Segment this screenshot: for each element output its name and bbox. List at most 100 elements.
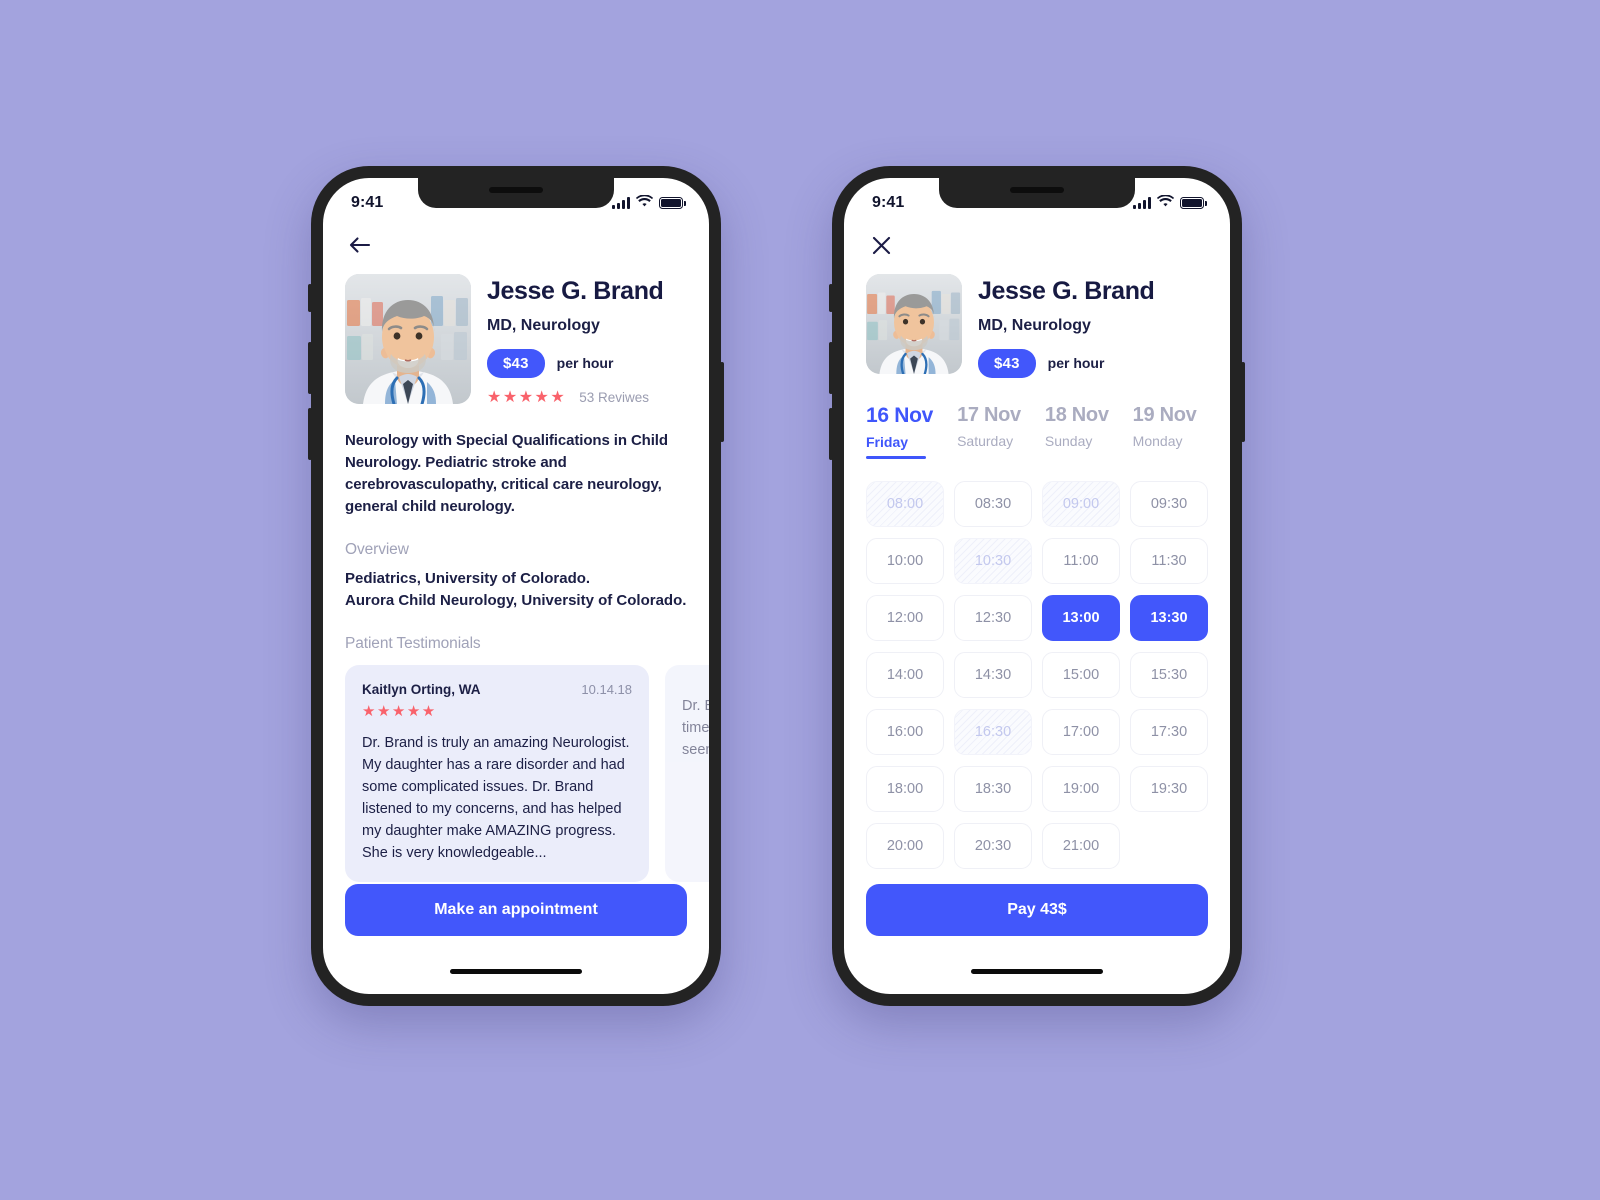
overview-line: Pediatrics, University of Colorado. xyxy=(345,570,591,588)
status-time: 9:41 xyxy=(872,194,905,211)
silent-switch[interactable] xyxy=(308,284,312,312)
time-slot-1630: 16:30 xyxy=(954,708,1032,755)
pay-button[interactable]: Pay 43$ xyxy=(866,884,1208,936)
date-number: 19 Nov xyxy=(1132,403,1197,426)
testimonial-card[interactable]: Dr. Brand is very attentive and takes th… xyxy=(665,664,709,882)
date-weekday: Friday xyxy=(866,433,909,450)
time-slot-1400[interactable]: 14:00 xyxy=(866,651,944,698)
time-slot-1300[interactable]: 13:00 xyxy=(1042,594,1120,641)
price-row: $43 per hour xyxy=(487,348,687,378)
time-slot-1830[interactable]: 18:30 xyxy=(954,765,1032,812)
doctor-name: Jesse G. Brand xyxy=(978,277,1155,305)
date-weekday: Saturday xyxy=(957,432,1014,449)
doctor-specialty: MD, Neurology xyxy=(978,316,1091,334)
time-slot-1230[interactable]: 12:30 xyxy=(954,594,1032,641)
time-slot-1800[interactable]: 18:00 xyxy=(866,765,944,812)
booking-content: Jesse G. Brand MD, Neurology $43 per hou… xyxy=(844,222,1230,994)
volume-up-button[interactable] xyxy=(829,342,833,394)
time-slot-1330[interactable]: 13:30 xyxy=(1130,594,1208,641)
notch xyxy=(418,178,614,208)
date-tab-sunday[interactable]: 18 Nov Sunday xyxy=(1045,404,1109,459)
time-slot-1930[interactable]: 19:30 xyxy=(1130,765,1208,812)
silent-switch[interactable] xyxy=(829,284,833,312)
phone-mockup-booking: 9:41 Jesse G. Brand MD, Neurology $43 pe… xyxy=(829,166,1245,1006)
home-indicator[interactable] xyxy=(450,969,582,974)
doctor-header: Jesse G. Brand MD, Neurology $43 per hou… xyxy=(345,274,687,406)
date-tab-monday[interactable]: 19 Nov Monday xyxy=(1133,404,1197,459)
earpiece-speaker xyxy=(1010,187,1064,193)
testimonial-body: Dr. Brand is truly an amazing Neurologis… xyxy=(362,734,630,861)
time-slot-1200[interactable]: 12:00 xyxy=(866,594,944,641)
date-tab-list[interactable]: 16 Nov Friday 17 Nov Saturday 18 Nov Sunday 19… xyxy=(866,404,1208,459)
date-weekday: Sunday xyxy=(1044,432,1093,449)
testimonials-carousel[interactable]: Kaitlyn Orting, WA 10.14.18 ★★★★★ Dr. Br… xyxy=(345,664,709,882)
doctor-name: Jesse G. Brand xyxy=(487,277,664,305)
close-icon xyxy=(872,236,890,254)
back-arrow-icon xyxy=(349,237,371,253)
overview-list: Pediatrics, University of Colorado. Auro… xyxy=(345,568,687,612)
date-number: 16 Nov xyxy=(866,403,934,427)
signal-icon xyxy=(1133,197,1151,209)
time-slot-0900: 09:00 xyxy=(1042,480,1120,527)
date-weekday: Monday xyxy=(1132,432,1183,449)
wifi-icon xyxy=(1157,194,1174,212)
home-indicator[interactable] xyxy=(971,969,1103,974)
time-slot-1130[interactable]: 11:30 xyxy=(1130,537,1208,584)
rating-row: ★★★★★ 53 Reviwes xyxy=(487,388,687,406)
price-row: $43 per hour xyxy=(978,348,1208,378)
phone-mockup-profile: 9:41 Jesse G. Brand MD, Neurology $43 pe… xyxy=(308,166,724,1006)
power-button[interactable] xyxy=(720,362,724,442)
date-number: 17 Nov xyxy=(957,403,1021,426)
time-slot-1600[interactable]: 16:00 xyxy=(866,708,944,755)
volume-up-button[interactable] xyxy=(308,342,312,394)
time-slot-1530[interactable]: 15:30 xyxy=(1130,651,1208,698)
volume-down-button[interactable] xyxy=(308,408,312,460)
time-slot-1500[interactable]: 15:00 xyxy=(1042,651,1120,698)
time-slot-1100[interactable]: 11:00 xyxy=(1042,537,1120,584)
time-slot-0800: 08:00 xyxy=(866,480,944,527)
date-tab-friday[interactable]: 16 Nov Friday xyxy=(866,404,933,459)
time-slot-2100[interactable]: 21:00 xyxy=(1042,822,1120,869)
overview-heading: Overview xyxy=(345,541,409,559)
price-unit: per hour xyxy=(556,355,614,371)
time-slot-0930[interactable]: 09:30 xyxy=(1130,480,1208,527)
testimonial-date: 10.14.18 xyxy=(581,681,632,697)
time-slot-2030[interactable]: 20:30 xyxy=(954,822,1032,869)
volume-down-button[interactable] xyxy=(829,408,833,460)
wifi-icon xyxy=(636,194,653,212)
battery-icon xyxy=(1180,197,1207,209)
close-button[interactable] xyxy=(866,230,896,260)
doctor-specialty: MD, Neurology xyxy=(487,316,600,334)
date-number: 18 Nov xyxy=(1044,403,1109,426)
back-button[interactable] xyxy=(345,230,375,260)
earpiece-speaker xyxy=(489,187,543,193)
time-slot-1000[interactable]: 10:00 xyxy=(866,537,944,584)
notch xyxy=(939,178,1135,208)
status-icons xyxy=(1133,194,1207,212)
power-button[interactable] xyxy=(1241,362,1245,442)
testimonial-card[interactable]: Kaitlyn Orting, WA 10.14.18 ★★★★★ Dr. Br… xyxy=(345,664,649,882)
screen-doctor-profile: 9:41 Jesse G. Brand MD, Neurology $43 pe… xyxy=(323,178,709,994)
time-slot-0830[interactable]: 08:30 xyxy=(954,480,1032,527)
time-slot-1730[interactable]: 17:30 xyxy=(1130,708,1208,755)
battery-icon xyxy=(659,197,686,209)
review-count[interactable]: 53 Reviwes xyxy=(579,390,649,405)
time-slot-2000[interactable]: 20:00 xyxy=(866,822,944,869)
time-slot-grid[interactable]: 08:00 08:30 09:00 09:30 10:00 10:30 11:00 11:30… xyxy=(866,480,1208,869)
time-slot-1700[interactable]: 17:00 xyxy=(1042,708,1120,755)
status-icons xyxy=(612,194,686,212)
doctor-header: Jesse G. Brand MD, Neurology $43 per hou… xyxy=(866,274,1208,378)
overview-line: Aurora Child Neurology, University of Co… xyxy=(345,592,687,609)
status-time: 9:41 xyxy=(351,194,384,211)
time-slot-1900[interactable]: 19:00 xyxy=(1042,765,1120,812)
make-appointment-button[interactable]: Make an appointment xyxy=(345,884,687,936)
time-slot-1030: 10:30 xyxy=(954,537,1032,584)
date-tab-saturday[interactable]: 17 Nov Saturday xyxy=(957,404,1021,459)
profile-content: Jesse G. Brand MD, Neurology $43 per hou… xyxy=(323,222,709,994)
rating-stars: ★★★★★ xyxy=(487,388,567,406)
testimonial-author: Kaitlyn Orting, WA xyxy=(362,681,481,697)
time-slot-1430[interactable]: 14:30 xyxy=(954,651,1032,698)
price-badge: $43 xyxy=(487,348,545,378)
testimonial-body: Dr. Brand is very attentive and takes th… xyxy=(682,697,709,758)
testimonials-heading: Patient Testimonials xyxy=(345,634,481,652)
